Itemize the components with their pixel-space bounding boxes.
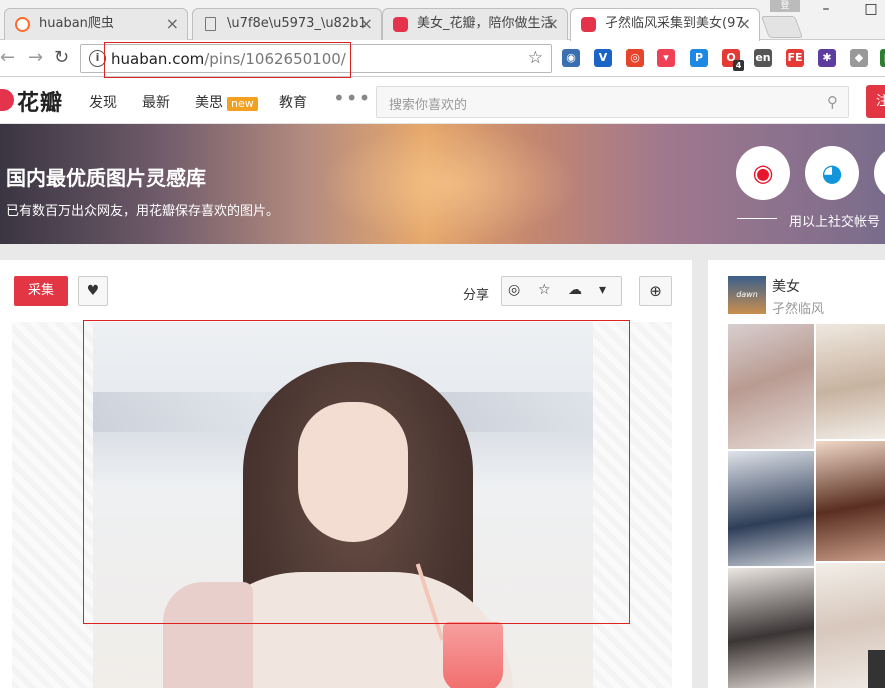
forward-icon[interactable]: → [28,47,43,68]
bookmark-star-icon[interactable]: ☆ [528,48,543,68]
huaban-favicon-icon [393,17,408,32]
weibo-ext-icon[interactable]: ◎ [626,49,644,67]
minimize-button[interactable]: – [812,0,840,20]
huaban-logo-icon[interactable] [0,89,14,111]
chevron-down-icon[interactable]: ▾ [599,282,606,298]
zoom-icon[interactable]: ⊕ [639,276,672,306]
qq-login-icon[interactable]: ◕ [805,146,859,200]
board-user[interactable]: 孑然临风 [772,298,824,317]
related-pin-thumb[interactable] [728,324,814,449]
tab-title: 孑然临风采集到美女(97 [605,16,744,31]
document-icon [205,17,216,31]
annotation-box-url [104,42,351,78]
banner-title: 国内最优质图片灵感库 [6,166,206,190]
tab-strip: huaban爬虫 × \u7f8e\u5973_\u82b1 × 美女_花瓣，陪… [0,0,885,41]
heart-icon[interactable]: ♥ [78,276,108,306]
related-pin-thumb[interactable] [728,568,814,688]
tab-title: \u7f8e\u5973_\u82b1 [227,16,367,31]
search-icon[interactable]: ⚲ [827,93,838,111]
globe-ext-icon[interactable]: ◉ [562,49,580,67]
green-ext-icon[interactable]: ▤ [880,49,885,67]
nav-meisi-label: 美思 [195,95,223,111]
close-icon[interactable]: × [360,9,373,39]
close-icon[interactable]: × [738,9,751,39]
tab-active-pin[interactable]: 孑然临风采集到美女(97 × [570,8,760,41]
related-pin-thumb[interactable] [816,324,885,439]
profile-badge[interactable]: 登 [770,0,800,12]
close-icon[interactable]: × [546,9,559,39]
promo-banner: 国内最优质图片灵感库 已有数百万出众网友，用花瓣保存喜欢的图片。 ◉ ◕ 用以上… [0,124,885,244]
fe-ext-icon[interactable]: FE [786,49,804,67]
share-buttons: ◎ ☆ ☁ ▾ [501,276,622,306]
board-sidebar: dawn 美女 孑然临风 [708,260,885,688]
purple-ext-icon[interactable]: ✱ [818,49,836,67]
related-pin-thumb[interactable] [816,441,885,561]
search-input[interactable]: 搜索你喜欢的 ⚲ [376,86,849,118]
tab-unicode-url[interactable]: \u7f8e\u5973_\u82b1 × [192,8,382,40]
more-login-icon[interactable] [874,146,885,200]
collect-button[interactable]: 采集 [14,276,68,306]
reload-icon[interactable]: ↻ [54,47,69,68]
tab-huaban-spider[interactable]: huaban爬虫 × [4,8,188,40]
site-header: 花瓣 发现 最新 美思 new 教育 ••• 搜索你喜欢的 ⚲ 注 [0,78,885,124]
new-badge: new [227,97,258,111]
tab-huaban-beauty[interactable]: 美女_花瓣，陪你做生活 × [382,8,568,40]
annotation-box-image [83,320,630,624]
weibo-login-icon[interactable]: ◉ [736,146,790,200]
pocket-ext-icon[interactable]: ▾ [657,49,675,67]
photo-drink [443,622,503,688]
star-share-icon[interactable]: ☆ [538,282,551,298]
tab-title: 美女_花瓣，陪你做生活 [417,16,554,31]
grey-ext-icon[interactable]: ◆ [850,49,868,67]
share-label: 分享 [463,288,490,303]
v-ext-icon[interactable]: V [594,49,612,67]
tab-title: huaban爬虫 [39,16,114,31]
weibo-share-icon[interactable]: ◎ [508,282,520,298]
site-logo[interactable]: 花瓣 [17,85,63,117]
close-icon[interactable]: × [166,9,179,39]
nav-education[interactable]: 教育 [279,92,307,112]
board-thumbnail[interactable]: dawn [728,276,766,314]
related-pin-thumb[interactable] [728,451,814,566]
spinner-icon [15,17,30,32]
p-ext-icon[interactable]: P [690,49,708,67]
nav-meisi[interactable]: 美思 new [195,92,258,112]
en-ext-icon[interactable]: en [754,49,772,67]
search-placeholder: 搜索你喜欢的 [389,98,468,113]
scroll-handle[interactable] [868,650,885,688]
banner-glow [320,124,580,244]
banner-subtitle: 已有数百万出众网友，用花瓣保存喜欢的图片。 [6,204,280,219]
nav-discover[interactable]: 发现 [89,92,117,112]
register-button[interactable]: 注 [866,85,885,118]
wechat-share-icon[interactable]: ☁ [568,282,582,298]
back-icon[interactable]: ← [0,47,15,68]
board-title[interactable]: 美女 [772,276,800,296]
new-tab-button[interactable] [760,16,804,38]
maximize-button[interactable]: □ [857,0,885,20]
nav-latest[interactable]: 最新 [142,92,170,112]
extension-count-badge: 4 [733,60,744,71]
more-menu-button[interactable]: ••• [333,86,371,110]
divider [737,218,777,219]
social-login-text: 用以上社交帐号 [789,215,881,230]
huaban-favicon-icon [581,17,596,32]
